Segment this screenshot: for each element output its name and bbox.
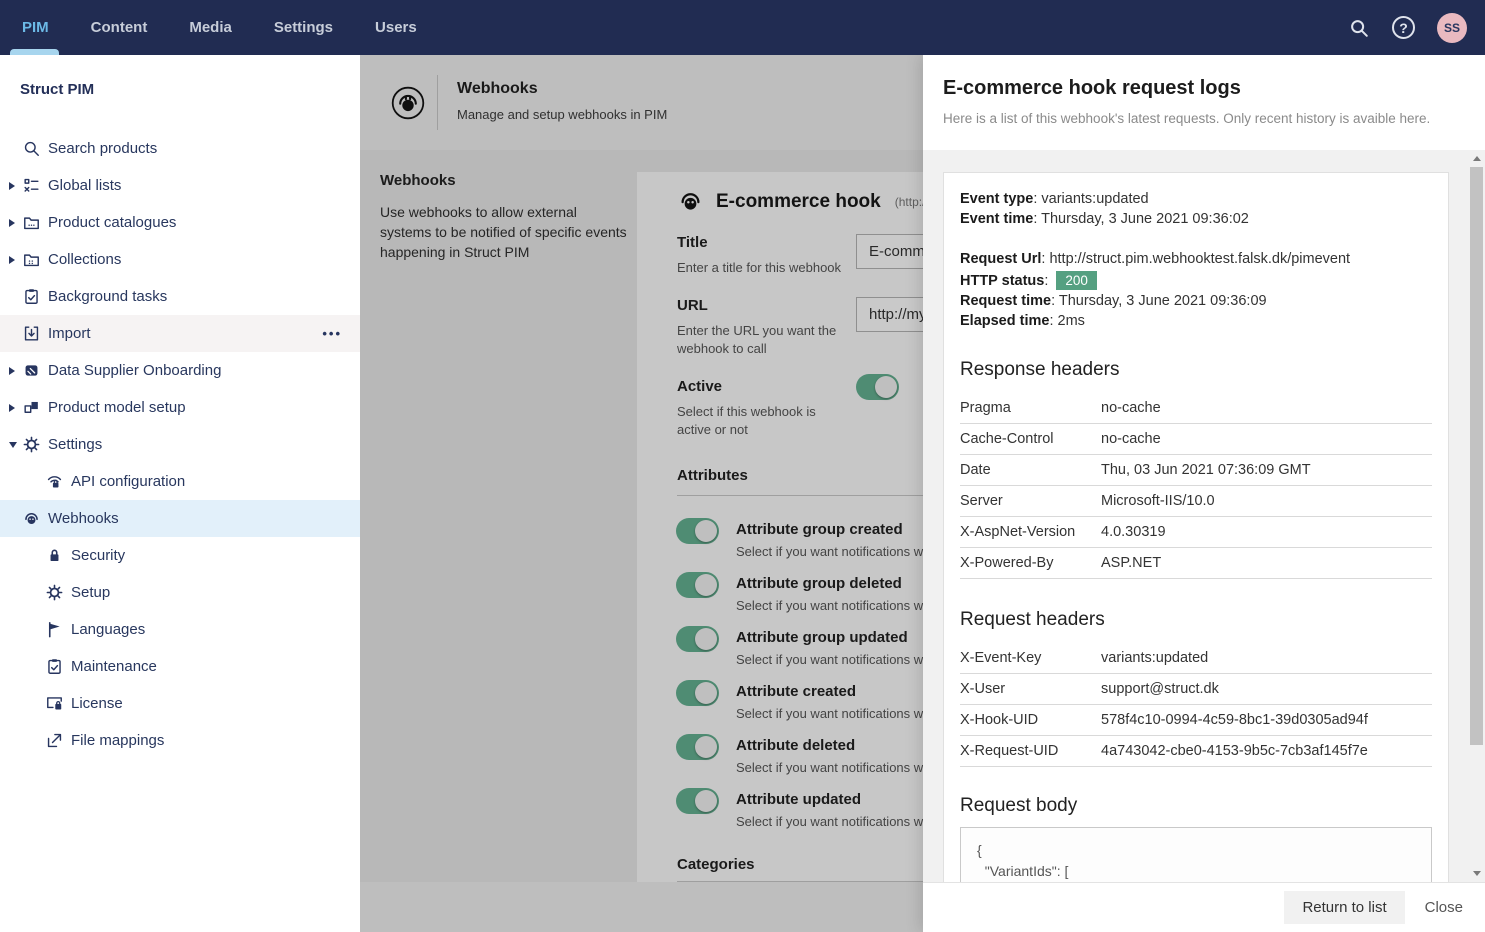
request-body-heading: Request body bbox=[960, 795, 1077, 817]
request-logs-panel: E-commerce hook request logs Here is a l… bbox=[923, 55, 1485, 932]
status-badge: 200 bbox=[1056, 271, 1097, 290]
lock-icon bbox=[45, 546, 71, 565]
sidebar-item-security[interactable]: Security bbox=[0, 537, 360, 574]
sidebar-item-languages[interactable]: Languages bbox=[0, 611, 360, 648]
request-url-row: Request Url: http://struct.pim.webhookte… bbox=[960, 251, 1350, 267]
panel-footer: Return to list Close bbox=[923, 882, 1485, 932]
sidebar-item-search-products[interactable]: Search products bbox=[0, 130, 360, 167]
request-headers-table: X-Event-Keyvariants:updated X-Usersuppor… bbox=[960, 643, 1432, 767]
response-headers-table: Pragmano-cache Cache-Controlno-cache Dat… bbox=[960, 393, 1432, 579]
global-lists-icon bbox=[22, 176, 48, 195]
chevron-right-icon[interactable] bbox=[8, 255, 22, 265]
webhook-icon bbox=[22, 509, 48, 528]
chevron-right-icon[interactable] bbox=[8, 181, 22, 191]
sidebar-title: Struct PIM bbox=[0, 55, 360, 98]
gear-icon bbox=[45, 583, 71, 602]
sidebar-item-setup[interactable]: Setup bbox=[0, 574, 360, 611]
sidebar-item-product-model-setup[interactable]: Product model setup bbox=[0, 389, 360, 426]
file-export-icon bbox=[45, 731, 71, 750]
top-nav-tabs: PIM Content Media Settings Users bbox=[0, 0, 417, 55]
request-body-code: { "VariantIds": [ bbox=[960, 827, 1432, 882]
help-icon[interactable]: ? bbox=[1392, 16, 1415, 39]
sidebar-item-global-lists[interactable]: Global lists bbox=[0, 167, 360, 204]
scrollbar-up-arrow-icon[interactable] bbox=[1469, 151, 1484, 166]
flag-icon bbox=[45, 620, 71, 639]
import-icon bbox=[22, 324, 48, 343]
sidebar-menu: Search products Global lists Product cat… bbox=[0, 130, 360, 759]
table-row: X-Hook-UID578f4c10-0994-4c59-8bc1-39d030… bbox=[960, 705, 1432, 736]
top-nav-actions: ? SS bbox=[1348, 13, 1485, 43]
close-button[interactable]: Close bbox=[1425, 899, 1463, 916]
modal-backdrop bbox=[360, 55, 923, 932]
app-window: PIM Content Media Settings Users ? SS St… bbox=[0, 0, 1485, 932]
table-row: X-Event-Keyvariants:updated bbox=[960, 643, 1432, 674]
nav-tab-users[interactable]: Users bbox=[375, 0, 417, 55]
collections-folder-icon bbox=[22, 250, 48, 269]
scrollbar[interactable] bbox=[1469, 150, 1484, 882]
chevron-down-icon[interactable] bbox=[8, 441, 22, 449]
active-tab-indicator bbox=[10, 49, 59, 55]
table-row: ServerMicrosoft-IIS/10.0 bbox=[960, 486, 1432, 517]
log-detail-card: Event type: variants:updated Event time:… bbox=[943, 172, 1449, 882]
response-headers-heading: Response headers bbox=[960, 359, 1120, 381]
nav-tab-pim[interactable]: PIM bbox=[22, 0, 49, 55]
handshake-icon bbox=[22, 361, 48, 380]
elapsed-time-row: Elapsed time: 2ms bbox=[960, 313, 1085, 329]
panel-scroll-area: Event type: variants:updated Event time:… bbox=[923, 150, 1485, 882]
sidebar-item-license[interactable]: License bbox=[0, 685, 360, 722]
sidebar: Struct PIM Search products Global lists … bbox=[0, 55, 360, 932]
more-options-icon[interactable]: ••• bbox=[322, 326, 360, 341]
table-row: X-AspNet-Version4.0.30319 bbox=[960, 517, 1432, 548]
http-status-row: HTTP status: 200 bbox=[960, 271, 1097, 290]
nav-tab-settings[interactable]: Settings bbox=[274, 0, 333, 55]
product-model-icon bbox=[22, 398, 48, 417]
chevron-right-icon[interactable] bbox=[8, 366, 22, 376]
table-row: X-Request-UID4a743042-cbe0-4153-9b5c-7cb… bbox=[960, 736, 1432, 767]
event-time-row: Event time: Thursday, 3 June 2021 09:36:… bbox=[960, 211, 1249, 227]
scrollbar-down-arrow-icon[interactable] bbox=[1469, 866, 1484, 881]
table-row: Pragmano-cache bbox=[960, 393, 1432, 424]
sidebar-item-file-mappings[interactable]: File mappings bbox=[0, 722, 360, 759]
sidebar-item-product-catalogues[interactable]: Product catalogues bbox=[0, 204, 360, 241]
chevron-right-icon[interactable] bbox=[8, 403, 22, 413]
top-nav: PIM Content Media Settings Users ? SS bbox=[0, 0, 1485, 55]
clipboard-check-icon bbox=[22, 287, 48, 306]
request-time-row: Request time: Thursday, 3 June 2021 09:3… bbox=[960, 293, 1267, 309]
sidebar-item-background-tasks[interactable]: Background tasks bbox=[0, 278, 360, 315]
request-headers-heading: Request headers bbox=[960, 609, 1105, 631]
sidebar-item-webhooks[interactable]: Webhooks bbox=[0, 500, 360, 537]
chevron-right-icon[interactable] bbox=[8, 218, 22, 228]
table-row: DateThu, 03 Jun 2021 07:36:09 GMT bbox=[960, 455, 1432, 486]
table-row: X-Usersupport@struct.dk bbox=[960, 674, 1432, 705]
sidebar-item-data-supplier-onboarding[interactable]: Data Supplier Onboarding bbox=[0, 352, 360, 389]
sidebar-item-api-configuration[interactable]: API configuration bbox=[0, 463, 360, 500]
table-row: X-Powered-ByASP.NET bbox=[960, 548, 1432, 579]
license-icon bbox=[45, 694, 71, 713]
clipboard-check-icon bbox=[45, 657, 71, 676]
table-row: Cache-Controlno-cache bbox=[960, 424, 1432, 455]
sidebar-item-collections[interactable]: Collections bbox=[0, 241, 360, 278]
gear-icon bbox=[22, 435, 48, 454]
event-type-row: Event type: variants:updated bbox=[960, 191, 1149, 207]
nav-tab-content[interactable]: Content bbox=[91, 0, 148, 55]
panel-title: E-commerce hook request logs bbox=[943, 77, 1241, 100]
api-lock-icon bbox=[45, 472, 71, 491]
sidebar-item-settings[interactable]: Settings bbox=[0, 426, 360, 463]
return-to-list-button[interactable]: Return to list bbox=[1284, 891, 1404, 924]
main-content: Webhooks Manage and setup webhooks in PI… bbox=[360, 55, 923, 932]
panel-subtitle: Here is a list of this webhook's latest … bbox=[943, 111, 1430, 126]
search-icon bbox=[22, 139, 48, 158]
avatar[interactable]: SS bbox=[1437, 13, 1467, 43]
nav-tab-media[interactable]: Media bbox=[189, 0, 232, 55]
scrollbar-thumb[interactable] bbox=[1470, 167, 1483, 745]
sidebar-item-import[interactable]: Import ••• bbox=[0, 315, 360, 352]
search-icon[interactable] bbox=[1348, 17, 1370, 39]
sidebar-item-maintenance[interactable]: Maintenance bbox=[0, 648, 360, 685]
folder-icon bbox=[22, 213, 48, 232]
